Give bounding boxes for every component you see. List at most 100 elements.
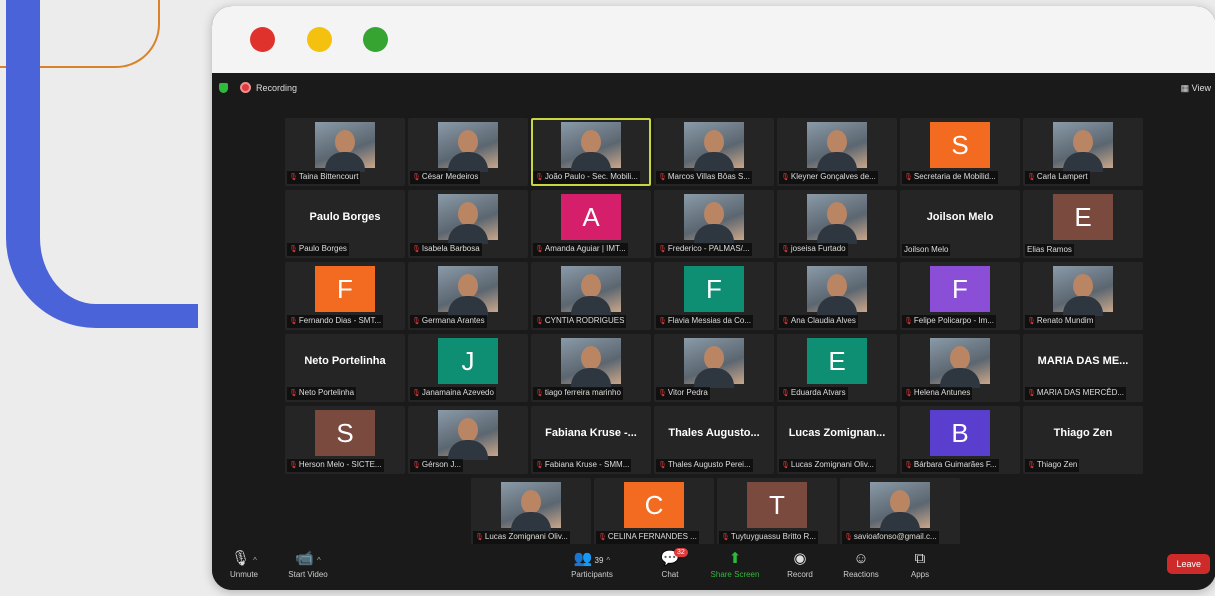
gallery-row: F 🎙Fernando Dias - SMT... 🎙Germana Arantes… <box>212 262 1215 330</box>
leave-button[interactable]: Leave <box>1167 554 1210 574</box>
reactions-label: Reactions <box>843 570 879 579</box>
participant-name: 🎙Isabela Barbosa <box>410 243 482 256</box>
participant-video <box>438 194 498 244</box>
participant-video <box>1053 266 1113 316</box>
participant-tile[interactable]: 🎙Carla Lampert <box>1023 118 1143 186</box>
start-video-button[interactable]: 📹 ^ Start Video <box>284 548 332 579</box>
participant-tile[interactable]: 🎙Germana Arantes <box>408 262 528 330</box>
participant-name: 🎙Lucas Zomignani Oliv... <box>779 459 876 472</box>
security-shield-icon[interactable] <box>219 83 228 93</box>
participants-button[interactable]: 👥 39 ^ Participants <box>564 548 620 579</box>
muted-icon: 🎙 <box>658 318 667 325</box>
participant-tile[interactable]: E 🎙Eduarda Atvars <box>777 334 897 402</box>
share-screen-button[interactable]: ⬆ Share Screen <box>706 548 764 579</box>
participant-name: 🎙Tuytuyguassu Britto R... <box>719 531 818 544</box>
decorative-blue-frame <box>6 0 198 328</box>
meeting-toolbar: 🎙 ^ Unmute 📹 ^ Start Video 👥 39 ^ Participan… <box>212 544 1215 590</box>
participant-tile[interactable]: E Elias Ramos <box>1023 190 1143 258</box>
participant-avatar: C <box>624 482 684 528</box>
participant-tile[interactable]: Thiago Zen 🎙Thiago Zen <box>1023 406 1143 474</box>
view-button[interactable]: ▦ View <box>1181 83 1211 94</box>
participant-tile[interactable]: C 🎙CELINA FERNANDES ... <box>594 478 714 546</box>
participant-tile[interactable]: 🎙Helena Antunes <box>900 334 1020 402</box>
muted-icon: 🎙 <box>289 246 298 253</box>
participant-video <box>438 122 498 172</box>
unmute-button[interactable]: 🎙 ^ Unmute <box>224 548 264 579</box>
participant-tile[interactable]: T 🎙Tuytuyguassu Britto R... <box>717 478 837 546</box>
participant-tile[interactable]: F 🎙Flavia Messias da Co... <box>654 262 774 330</box>
participant-tile[interactable]: 🎙Ana Claudia Alves <box>777 262 897 330</box>
muted-icon: 🎙 <box>289 390 298 397</box>
participant-tile[interactable]: Paulo Borges 🎙Paulo Borges <box>285 190 405 258</box>
participant-name: 🎙CELINA FERNANDES ... <box>596 531 699 544</box>
participant-tile[interactable]: 🎙tiago ferreira marinho <box>531 334 651 402</box>
participant-tile[interactable]: S 🎙Herson Melo - SICTE... <box>285 406 405 474</box>
close-window-button[interactable] <box>250 27 275 52</box>
participant-tile[interactable]: 🎙Frederico - PALMAS/... <box>654 190 774 258</box>
muted-icon: 🎙 <box>658 390 667 397</box>
participant-video <box>561 338 621 388</box>
participant-tile[interactable]: Lucas Zomignan... 🎙Lucas Zomignani Oliv..… <box>777 406 897 474</box>
muted-icon: 🎙 <box>412 390 421 397</box>
participant-tile[interactable]: 🎙César Medeiros <box>408 118 528 186</box>
participant-tile[interactable]: 🎙Marcos Villas Bôas S... <box>654 118 774 186</box>
muted-icon: 🎙 <box>535 390 544 397</box>
chat-label: Chat <box>661 570 679 579</box>
reactions-button[interactable]: ☺ Reactions <box>836 548 886 579</box>
record-icon: ◉ <box>793 550 807 567</box>
maximize-window-button[interactable] <box>363 27 388 52</box>
participant-tile[interactable]: J 🎙Janamaina Azevedo <box>408 334 528 402</box>
muted-icon: 🎙 <box>781 462 790 469</box>
participant-name: 🎙Frederico - PALMAS/... <box>656 243 752 256</box>
participant-video <box>684 122 744 172</box>
participant-name: 🎙Marcos Villas Bôas S... <box>656 171 752 184</box>
participant-avatar: S <box>315 410 375 456</box>
participant-tile[interactable]: 🎙Lucas Zomignani Oliv... <box>471 478 591 546</box>
muted-icon: 🎙 <box>412 318 421 325</box>
muted-icon: 🎙 <box>412 462 421 469</box>
participant-tile[interactable]: S 🎙Secretaria de Mobilid... <box>900 118 1020 186</box>
record-button[interactable]: ◉ Record <box>782 548 818 579</box>
participant-tile[interactable]: B 🎙Bárbara Guimarães F... <box>900 406 1020 474</box>
participant-name: 🎙Neto Portelinha <box>287 387 357 400</box>
participant-tile[interactable]: F 🎙Fernando Dias - SMT... <box>285 262 405 330</box>
participant-name: 🎙Thales Augusto Perei... <box>656 459 753 472</box>
participant-tile[interactable]: 🎙CYNTIA RODRIGUES <box>531 262 651 330</box>
participant-display-name: MARIA DAS ME... <box>1037 355 1129 367</box>
gallery-row: Neto Portelinha 🎙Neto Portelinha J 🎙Janamai… <box>212 334 1215 402</box>
participant-tile[interactable]: 🎙Renato Mundim <box>1023 262 1143 330</box>
participant-tile[interactable]: A 🎙Amanda Aguiar | IMT... <box>531 190 651 258</box>
apps-button[interactable]: ⧉ Apps <box>904 548 936 579</box>
participant-display-name: Paulo Borges <box>309 211 381 223</box>
participant-video <box>501 482 561 532</box>
participant-name: 🎙Fernando Dias - SMT... <box>287 315 384 328</box>
minimize-window-button[interactable] <box>307 27 332 52</box>
participant-tile[interactable]: MARIA DAS ME... 🎙MARIA DAS MERCÊD... <box>1023 334 1143 402</box>
participant-tile[interactable]: 🎙Taina Bittencourt <box>285 118 405 186</box>
participant-tile[interactable]: Neto Portelinha 🎙Neto Portelinha <box>285 334 405 402</box>
participant-tile[interactable]: 🎙Vitor Pedra <box>654 334 774 402</box>
muted-icon: 🎙 <box>721 534 730 541</box>
chat-button[interactable]: 💬 32 Chat <box>652 548 688 579</box>
participant-tile[interactable]: 🎙savioafonso@gmail.c... <box>840 478 960 546</box>
participant-tile[interactable]: 🎙Isabela Barbosa <box>408 190 528 258</box>
participant-name: 🎙César Medeiros <box>410 171 481 184</box>
record-label: Record <box>787 570 813 579</box>
participant-tile[interactable]: Fabiana Kruse -... 🎙Fabiana Kruse - SMM..… <box>531 406 651 474</box>
participant-video <box>438 410 498 460</box>
muted-icon: 🎙 <box>289 174 298 181</box>
participant-tile[interactable]: 🎙Kleyner Gonçalves de... <box>777 118 897 186</box>
unmute-label: Unmute <box>229 570 258 579</box>
participant-tile[interactable]: 🎙Gérson J... <box>408 406 528 474</box>
participant-tile[interactable]: Joilson Melo Joilson Melo <box>900 190 1020 258</box>
recording-label: Recording <box>256 83 298 93</box>
participant-tile[interactable]: F 🎙Felipe Policarpo - Im... <box>900 262 1020 330</box>
share-screen-icon: ⬆ <box>728 550 742 567</box>
zoom-window: Recording ▦ View 🎙Taina Bittencourt 🎙Césa… <box>212 6 1215 590</box>
participant-tile[interactable]: Thales Augusto... 🎙Thales Augusto Perei..… <box>654 406 774 474</box>
muted-icon: 🎙 <box>475 534 484 541</box>
participant-tile[interactable]: 🎙joseisa Furtado <box>777 190 897 258</box>
participants-icon: 👥 39 ^ <box>573 550 611 567</box>
participant-display-name: Thiago Zen <box>1053 427 1113 439</box>
participant-tile[interactable]: 🎙João Paulo - Sec. Mobili... <box>531 118 651 186</box>
